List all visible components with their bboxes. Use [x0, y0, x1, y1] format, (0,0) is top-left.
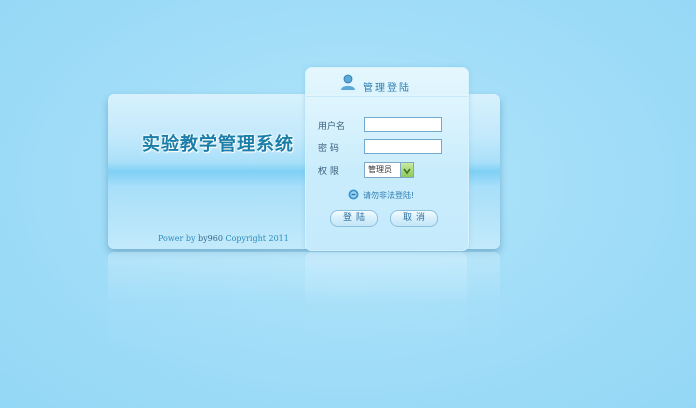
info-icon — [348, 189, 359, 200]
role-select[interactable]: 管理员 — [364, 162, 414, 178]
chevron-down-icon — [403, 168, 411, 175]
user-icon — [341, 74, 355, 90]
cancel-button[interactable]: 取消 — [390, 210, 438, 227]
password-input[interactable] — [364, 139, 442, 154]
login-panel-reflection — [305, 252, 467, 342]
notice-text: 请勿非法登陆! — [363, 191, 415, 200]
role-label: 权 限 — [318, 167, 339, 177]
copyright: Power by by960 Copyright 2011 — [158, 234, 289, 243]
login-panel-title: 管理登陆 — [363, 83, 411, 94]
username-input[interactable] — [364, 117, 442, 132]
login-panel: 管理登陆 用户名 密 码 权 限 管理员 请勿非法登陆! 登陆 取消 — [305, 67, 469, 251]
role-select-button[interactable] — [400, 163, 413, 177]
role-select-value: 管理员 — [368, 165, 392, 174]
copyright-prefix: Power by — [158, 234, 199, 243]
login-button[interactable]: 登陆 — [330, 210, 378, 227]
copyright-author: by960 — [198, 234, 223, 243]
copyright-suffix: Copyright 2011 — [222, 234, 289, 243]
system-title: 实验教学管理系统 — [142, 134, 294, 155]
password-label: 密 码 — [318, 144, 339, 154]
login-panel-header: 管理登陆 — [306, 68, 468, 97]
username-label: 用户名 — [318, 122, 346, 132]
